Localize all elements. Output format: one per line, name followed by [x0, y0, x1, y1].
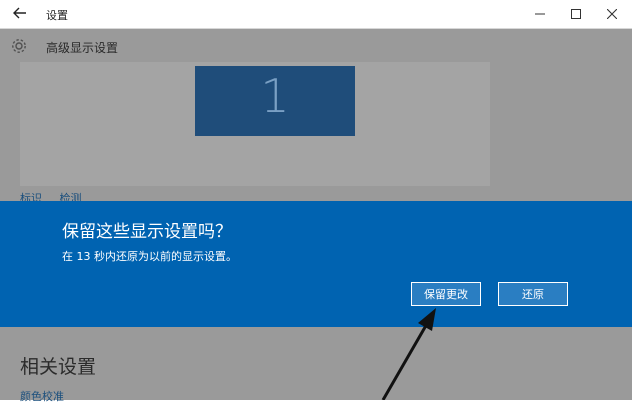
gear-icon [10, 37, 28, 55]
keep-display-settings-dialog: 保留这些显示设置吗？ 在 13 秒内还原为以前的显示设置。 保留更改 还原 [0, 201, 632, 327]
close-icon [607, 9, 617, 19]
back-arrow-icon-svg [13, 7, 26, 19]
monitor-tile[interactable]: 1 [195, 66, 355, 136]
page-title: 高级显示设置 [46, 41, 119, 55]
color-calibration-link[interactable]: 颜色校准 [20, 388, 64, 404]
gear-icon-svg [12, 39, 26, 53]
display-arrangement-area: 1 [20, 62, 490, 186]
keep-changes-button[interactable]: 保留更改 [411, 282, 481, 306]
minimize-button[interactable] [530, 4, 550, 24]
maximize-button[interactable] [566, 4, 586, 24]
related-settings-heading: 相关设置 [20, 356, 97, 378]
monitor-number: 1 [260, 69, 290, 123]
back-arrow-icon[interactable] [12, 5, 28, 21]
window-title: 设置 [46, 9, 68, 22]
window-titlebar: 设置 [0, 0, 632, 29]
minimize-icon [535, 13, 545, 15]
close-button[interactable] [602, 4, 622, 24]
revert-button[interactable]: 还原 [498, 282, 568, 306]
dialog-message: 在 13 秒内还原为以前的显示设置。 [62, 250, 237, 263]
dialog-title: 保留这些显示设置吗？ [62, 222, 232, 242]
page-header: 高级显示设置 [0, 29, 632, 62]
maximize-icon [571, 9, 581, 19]
